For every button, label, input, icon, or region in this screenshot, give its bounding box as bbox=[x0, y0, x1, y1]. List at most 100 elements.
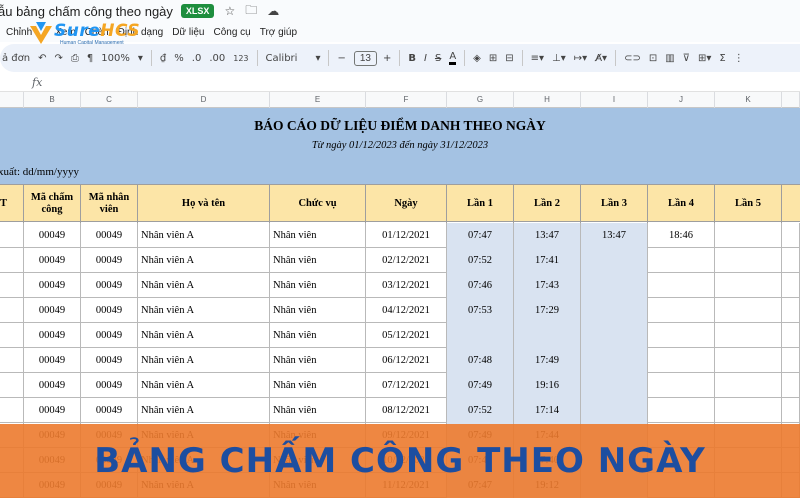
cell-check-2[interactable]: 13:47 bbox=[514, 223, 581, 248]
cell-full-name[interactable]: Nhân viên A bbox=[138, 323, 270, 348]
cell-position[interactable]: Nhân viên bbox=[270, 273, 366, 298]
cell-check-1[interactable]: 07:47 bbox=[447, 223, 514, 248]
cell-check-5[interactable] bbox=[715, 273, 782, 298]
cell-attendance-code[interactable]: 00049 bbox=[24, 373, 81, 398]
cell-date[interactable]: 08/12/2021 bbox=[366, 398, 447, 423]
cell-date[interactable]: 01/12/2021 bbox=[366, 223, 447, 248]
cell-check-5[interactable] bbox=[715, 223, 782, 248]
cell-check-1[interactable]: 07:53 bbox=[447, 298, 514, 323]
header-check-4[interactable]: Lần 4 bbox=[648, 185, 715, 223]
cell-check-4[interactable] bbox=[648, 248, 715, 273]
cell-employee-code[interactable]: 00049 bbox=[81, 223, 138, 248]
font-size-increase-icon[interactable]: + bbox=[383, 53, 391, 64]
insert-comment-icon[interactable]: ⊡ bbox=[649, 53, 657, 64]
header-check-5[interactable]: Lần 5 bbox=[715, 185, 782, 223]
star-icon[interactable]: ☆ bbox=[224, 4, 235, 18]
font-size-decrease-icon[interactable]: − bbox=[337, 53, 345, 64]
cell-check-1[interactable] bbox=[447, 323, 514, 348]
cell-date[interactable]: 02/12/2021 bbox=[366, 248, 447, 273]
cell-check-4[interactable] bbox=[648, 398, 715, 423]
folder-move-icon[interactable]: 🗀 bbox=[245, 1, 257, 22]
cell-attendance-code[interactable]: 00049 bbox=[24, 323, 81, 348]
cell-check-1[interactable]: 07:52 bbox=[447, 248, 514, 273]
cell-position[interactable]: Nhân viên bbox=[270, 248, 366, 273]
cell-empty[interactable] bbox=[782, 348, 800, 373]
cell-attendance-code[interactable]: 00049 bbox=[24, 298, 81, 323]
cell-empty[interactable] bbox=[782, 298, 800, 323]
menu-tools[interactable]: Công cụ bbox=[213, 27, 250, 38]
menu-help[interactable]: Trợ giúp bbox=[260, 27, 297, 38]
cell-check-3[interactable] bbox=[581, 348, 648, 373]
header-attendance-code[interactable]: Mã chấm công bbox=[24, 185, 81, 223]
filter-views-icon[interactable]: ⊞▾ bbox=[698, 53, 711, 64]
cell-empty[interactable] bbox=[782, 398, 800, 423]
header-date[interactable]: Ngày bbox=[366, 185, 447, 223]
more-options-icon[interactable]: ⋮ bbox=[734, 53, 744, 64]
cell-check-5[interactable] bbox=[715, 248, 782, 273]
zoom-select[interactable]: 100% bbox=[101, 53, 130, 64]
cloud-status-icon[interactable]: ☁ bbox=[267, 4, 279, 18]
cell-date[interactable]: 05/12/2021 bbox=[366, 323, 447, 348]
cell-empty[interactable] bbox=[782, 323, 800, 348]
cell-position[interactable]: Nhân viên bbox=[270, 348, 366, 373]
cell-position[interactable]: Nhân viên bbox=[270, 223, 366, 248]
cell-empty[interactable] bbox=[782, 223, 800, 248]
functions-icon[interactable]: Σ bbox=[719, 53, 725, 64]
print-icon[interactable]: ⎙ bbox=[71, 53, 79, 64]
cell-check-1[interactable]: 07:49 bbox=[447, 373, 514, 398]
cell-employee-code[interactable]: 00049 bbox=[81, 398, 138, 423]
cell-check-2[interactable]: 17:49 bbox=[514, 348, 581, 373]
cell-check-4[interactable] bbox=[648, 373, 715, 398]
header-check-3[interactable]: Lần 3 bbox=[581, 185, 648, 223]
cell-date[interactable]: 03/12/2021 bbox=[366, 273, 447, 298]
cell-employee-code[interactable]: 00049 bbox=[81, 248, 138, 273]
borders-icon[interactable]: ⊞ bbox=[489, 53, 497, 64]
cell-check-4[interactable] bbox=[648, 348, 715, 373]
cell-check-5[interactable] bbox=[715, 323, 782, 348]
cell-check-1[interactable]: 07:52 bbox=[447, 398, 514, 423]
column-header[interactable]: B bbox=[24, 92, 81, 108]
cell-empty[interactable] bbox=[0, 273, 24, 298]
column-header[interactable]: I bbox=[581, 92, 648, 108]
header-position[interactable]: Chức vụ bbox=[270, 185, 366, 223]
redo-icon[interactable]: ↷ bbox=[55, 53, 63, 64]
menus-search-button[interactable]: ả đơn bbox=[2, 53, 30, 64]
cell-check-2[interactable] bbox=[514, 323, 581, 348]
cell-full-name[interactable]: Nhân viên A bbox=[138, 373, 270, 398]
cell-check-5[interactable] bbox=[715, 298, 782, 323]
header-stt[interactable]: T bbox=[0, 185, 24, 223]
cell-date[interactable]: 07/12/2021 bbox=[366, 373, 447, 398]
column-header-a[interactable] bbox=[0, 92, 24, 108]
cell-check-2[interactable]: 17:14 bbox=[514, 398, 581, 423]
column-header[interactable]: F bbox=[366, 92, 447, 108]
column-header[interactable]: D bbox=[138, 92, 270, 108]
cell-position[interactable]: Nhân viên bbox=[270, 398, 366, 423]
header-empty[interactable] bbox=[782, 185, 800, 223]
cell-check-5[interactable] bbox=[715, 398, 782, 423]
currency-icon[interactable]: ₫ bbox=[160, 53, 166, 64]
cell-empty[interactable] bbox=[782, 273, 800, 298]
cell-check-2[interactable]: 17:41 bbox=[514, 248, 581, 273]
cell-empty[interactable] bbox=[0, 398, 24, 423]
cell-check-3[interactable] bbox=[581, 298, 648, 323]
cell-attendance-code[interactable]: 00049 bbox=[24, 398, 81, 423]
cell-full-name[interactable]: Nhân viên A bbox=[138, 348, 270, 373]
vertical-align-icon[interactable]: ⊥▾ bbox=[552, 53, 566, 64]
cell-check-3[interactable] bbox=[581, 248, 648, 273]
number-format-button[interactable]: 123 bbox=[233, 54, 248, 63]
filter-icon[interactable]: ⊽ bbox=[683, 53, 690, 64]
font-size-input[interactable]: 13 bbox=[353, 50, 377, 66]
formula-bar[interactable]: fx bbox=[0, 74, 800, 92]
cell-empty[interactable] bbox=[0, 298, 24, 323]
cell-check-4[interactable] bbox=[648, 298, 715, 323]
chevron-down-icon[interactable]: ▾ bbox=[138, 53, 143, 64]
cell-date[interactable]: 04/12/2021 bbox=[366, 298, 447, 323]
cell-employee-code[interactable]: 00049 bbox=[81, 323, 138, 348]
cell-position[interactable]: Nhân viên bbox=[270, 323, 366, 348]
horizontal-align-icon[interactable]: ≡▾ bbox=[531, 53, 544, 64]
italic-button[interactable]: I bbox=[424, 53, 427, 64]
text-rotation-icon[interactable]: A̸▾ bbox=[595, 53, 607, 64]
cell-check-3[interactable]: 13:47 bbox=[581, 223, 648, 248]
column-header[interactable]: J bbox=[648, 92, 715, 108]
cell-empty[interactable] bbox=[0, 323, 24, 348]
